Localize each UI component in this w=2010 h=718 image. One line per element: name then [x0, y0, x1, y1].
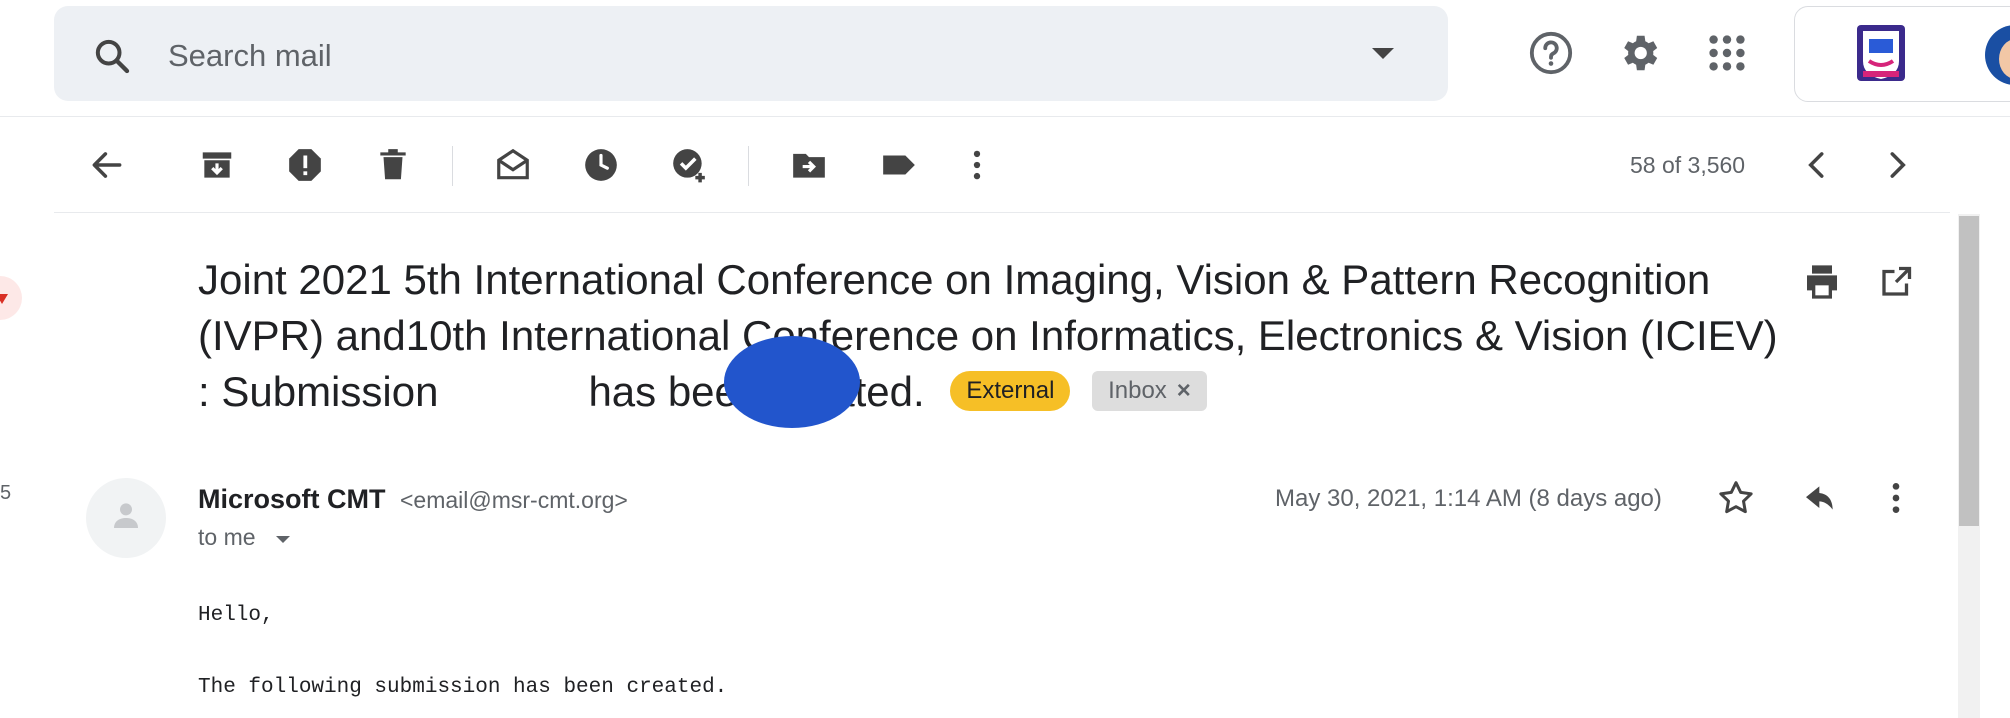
- left-nav-caret-icon: [0, 294, 8, 304]
- sender-name[interactable]: Microsoft CMT: [198, 484, 385, 515]
- toolbar-separator: [748, 146, 749, 186]
- open-new-window-icon[interactable]: [1878, 264, 1914, 300]
- left-nav-count: 5: [0, 482, 12, 504]
- account-switcher[interactable]: [1794, 6, 2010, 102]
- apps-grid-icon[interactable]: [1704, 30, 1750, 76]
- show-details-caret-icon[interactable]: [276, 536, 290, 543]
- body-line-text: The following submission has been create…: [198, 676, 728, 699]
- reply-arrow-icon[interactable]: [1796, 478, 1836, 518]
- settings-gear-icon[interactable]: [1616, 30, 1662, 76]
- email-subject: Joint 2021 5th International Conference …: [198, 252, 1788, 420]
- label-inbox-text: Inbox: [1108, 376, 1167, 404]
- remove-label-close-icon[interactable]: ×: [1177, 377, 1191, 404]
- search-bar[interactable]: Search mail: [54, 6, 1448, 101]
- back-arrow-icon[interactable]: [88, 146, 126, 184]
- snooze-clock-icon[interactable]: [582, 146, 620, 184]
- move-to-folder-icon[interactable]: [790, 146, 828, 184]
- add-to-tasks-icon[interactable]: [670, 146, 708, 184]
- older-chevron-right-icon[interactable]: [1878, 146, 1916, 184]
- toolbar-separator: [452, 146, 453, 186]
- message-more-vertical-icon[interactable]: [1876, 478, 1916, 518]
- recipient-summary: to me: [198, 524, 256, 550]
- avatar-face-icon: [1999, 39, 2010, 79]
- search-input[interactable]: Search mail: [168, 38, 332, 74]
- mark-unread-icon[interactable]: [494, 146, 532, 184]
- label-external-chip: External: [950, 370, 1071, 411]
- message-date: May 30, 2021, 1:14 AM (8 days ago): [1275, 485, 1662, 512]
- body-line-greeting: Hello,: [198, 604, 274, 627]
- redaction-blot: [724, 336, 860, 428]
- avatar[interactable]: [1985, 25, 2010, 85]
- more-options-vertical-icon[interactable]: [958, 146, 996, 184]
- scrollbar-thumb[interactable]: [1959, 216, 1979, 526]
- label-tag-icon[interactable]: [880, 146, 918, 184]
- pagination-count: 58 of 3,560: [1630, 152, 1746, 178]
- sender-avatar[interactable]: [86, 478, 166, 558]
- delete-trash-icon[interactable]: [374, 146, 412, 184]
- label-inbox-chip[interactable]: Inbox ×: [1092, 370, 1207, 411]
- archive-icon[interactable]: [198, 146, 236, 184]
- report-spam-icon[interactable]: [286, 146, 324, 184]
- toolbar-divider: [54, 212, 1950, 213]
- help-icon[interactable]: [1528, 30, 1574, 76]
- search-icon[interactable]: [92, 36, 132, 76]
- newer-chevron-left-icon[interactable]: [1798, 146, 1836, 184]
- search-options-caret-icon[interactable]: [1372, 48, 1394, 59]
- sender-email: <email@msr-cmt.org>: [400, 487, 628, 513]
- star-icon[interactable]: [1716, 478, 1756, 518]
- default-person-icon: [114, 503, 138, 528]
- header-divider: [0, 116, 2010, 117]
- print-icon[interactable]: [1802, 262, 1842, 302]
- organization-logo-icon: [1857, 25, 1905, 81]
